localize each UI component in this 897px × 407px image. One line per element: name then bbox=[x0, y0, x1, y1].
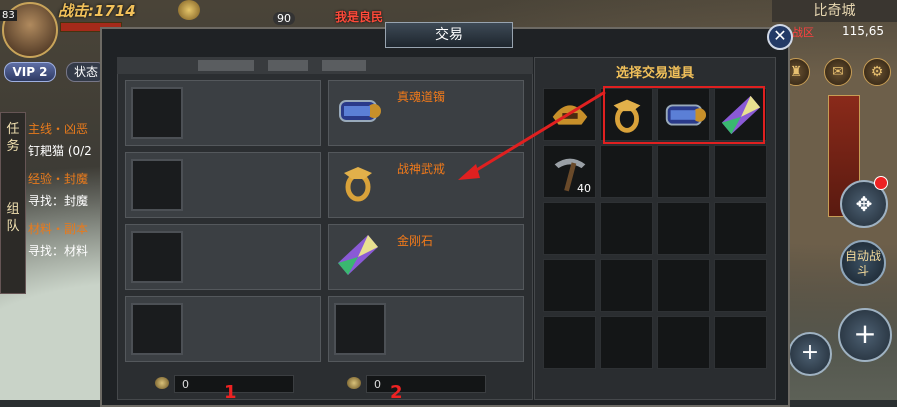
medal-icon[interactable] bbox=[178, 0, 200, 20]
item-quantity: 40 bbox=[577, 182, 591, 195]
quest-detail[interactable]: 寻找：封魔 bbox=[28, 190, 108, 212]
auto-battle-button[interactable]: 自动战斗 bbox=[840, 240, 886, 286]
item-name: 战神武戒 bbox=[397, 162, 446, 176]
empty-slot bbox=[131, 231, 183, 283]
quest-detail[interactable]: 寻找：材料 bbox=[28, 240, 108, 262]
my-gold-field[interactable]: 0 bbox=[366, 375, 486, 393]
tab-quests[interactable]: 任务 bbox=[1, 113, 25, 163]
item-name: 金刚石 bbox=[397, 234, 434, 248]
my-trade-slot[interactable]: 战神武戒 bbox=[328, 152, 524, 218]
inventory-slot[interactable] bbox=[657, 259, 710, 312]
inventory-slot[interactable] bbox=[657, 202, 710, 255]
quest-detail[interactable]: 钉耙猫 (0/2 bbox=[28, 140, 108, 162]
mail-icon[interactable]: ✉ bbox=[824, 58, 852, 86]
inventory-slot[interactable] bbox=[600, 259, 653, 312]
inventory-title: 选择交易道具 bbox=[615, 66, 694, 81]
plus-button[interactable]: + bbox=[838, 308, 892, 362]
close-icon[interactable]: ✕ bbox=[767, 24, 793, 50]
inventory-slot[interactable] bbox=[600, 145, 653, 198]
nearby-player-name[interactable]: 我是良民 bbox=[335, 8, 383, 25]
redacted-name bbox=[268, 60, 308, 71]
partner-trade-slot[interactable] bbox=[125, 296, 321, 362]
inventory-slot[interactable] bbox=[600, 202, 653, 255]
inventory-slot[interactable] bbox=[657, 316, 710, 369]
vip-badge[interactable]: VIP 2 bbox=[4, 62, 56, 82]
inventory-slot[interactable] bbox=[543, 259, 596, 312]
bracelet-icon bbox=[339, 100, 381, 122]
inventory-slot[interactable] bbox=[714, 202, 767, 255]
helmet-icon bbox=[552, 105, 588, 125]
empty-slot bbox=[131, 303, 183, 355]
item-name: 真魂道镯 bbox=[397, 90, 446, 104]
map-coordinates: 115,65 bbox=[842, 24, 884, 38]
partner-trade-slot[interactable] bbox=[125, 80, 321, 146]
diamond-icon bbox=[338, 235, 378, 275]
redacted-name bbox=[198, 60, 254, 71]
side-tab-bar: 任务 组队 bbox=[0, 112, 26, 294]
my-trade-slot[interactable] bbox=[328, 296, 524, 362]
my-trade-slot[interactable]: 金刚石 bbox=[328, 224, 524, 290]
quest-tracker: 主线・凶恶 钉耙猫 (0/2 经验・封魔 寻找：封魔 材料・副本 寻找：材料 bbox=[28, 118, 108, 262]
redacted-name bbox=[322, 60, 366, 71]
quest-title[interactable]: 主线・凶恶 bbox=[28, 118, 108, 140]
partner-trade-slot[interactable] bbox=[125, 224, 321, 290]
inventory-slot[interactable] bbox=[600, 316, 653, 369]
inventory-slot[interactable] bbox=[714, 316, 767, 369]
empty-slot bbox=[131, 87, 183, 139]
empty-slot bbox=[334, 303, 386, 355]
my-trade-slot[interactable]: 真魂道镯 bbox=[328, 80, 524, 146]
zone-label: 战区 bbox=[792, 26, 814, 39]
inventory-slot[interactable] bbox=[714, 259, 767, 312]
nearby-player-level: 90 bbox=[273, 12, 295, 25]
gold-coin-icon bbox=[155, 377, 169, 389]
inventory-slot[interactable] bbox=[657, 145, 710, 198]
inventory-slot[interactable] bbox=[543, 316, 596, 369]
notification-dot bbox=[874, 176, 888, 190]
quest-title[interactable]: 经验・封魔 bbox=[28, 168, 108, 190]
gold-coin-icon bbox=[347, 377, 361, 389]
inventory-slot[interactable]: 40 bbox=[543, 145, 596, 198]
combat-power: 战击:1714 bbox=[58, 2, 136, 20]
inventory-slot[interactable] bbox=[543, 88, 596, 141]
gear-icon[interactable]: ⚙ bbox=[863, 58, 891, 86]
inventory-slot[interactable] bbox=[714, 145, 767, 198]
player-level: 83 bbox=[0, 10, 17, 21]
partner-trade-slot[interactable] bbox=[125, 152, 321, 218]
map-name[interactable]: 比奇城 bbox=[772, 0, 897, 22]
highlight-box bbox=[603, 86, 765, 144]
empty-slot bbox=[131, 159, 183, 211]
plus-button-secondary[interactable]: + bbox=[788, 332, 832, 376]
inventory-slot[interactable] bbox=[543, 202, 596, 255]
quest-title[interactable]: 材料・副本 bbox=[28, 218, 108, 240]
tab-team[interactable]: 组队 bbox=[1, 193, 25, 243]
trade-dialog-title: 交易 bbox=[385, 22, 513, 48]
ring-icon bbox=[344, 167, 372, 202]
